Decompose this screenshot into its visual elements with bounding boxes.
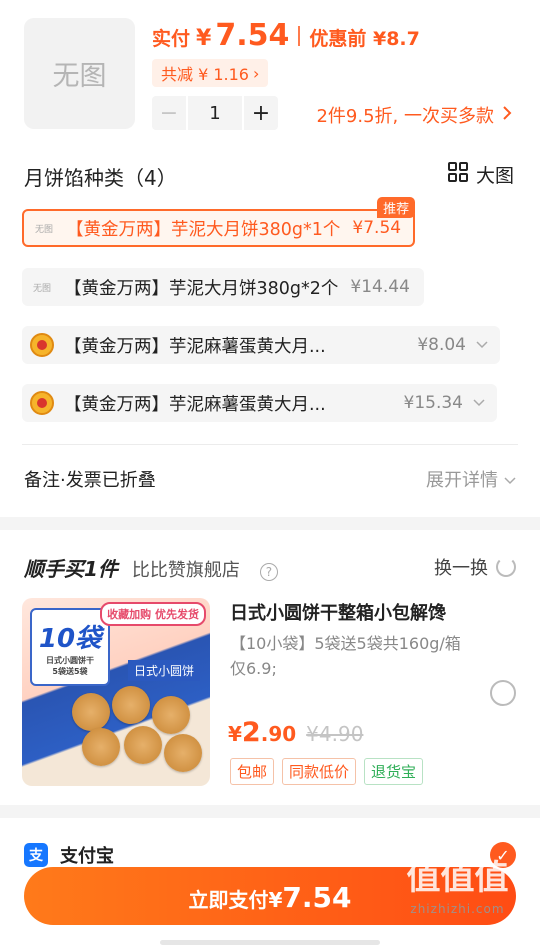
cookie-graphic: [164, 734, 202, 772]
tag-free-shipping: 包邮: [230, 758, 275, 785]
chevron-down-icon: [504, 469, 516, 490]
watermark: 值值值 zhizhizhi.com: [380, 861, 535, 915]
addon-price-currency: ¥: [228, 722, 242, 746]
pay-price: 7.54: [215, 18, 290, 53]
increase-button[interactable]: +: [244, 96, 278, 130]
badge-sub2: 5袋送5袋: [52, 666, 88, 676]
flavor-option-price: ¥14.44: [350, 277, 410, 297]
product-badge: 10袋 日式小圆饼干 5袋送5袋: [30, 608, 110, 686]
notes-label: 备注·发票已折叠: [24, 470, 156, 491]
cookie-graphic: [72, 693, 110, 731]
watermark-text: 值值值: [406, 858, 509, 898]
refresh-icon: [496, 557, 516, 577]
discount-chip[interactable]: 共减 ¥ 1.16 ›: [152, 59, 269, 87]
promo-text: 2件9.5折, 一次买多款: [316, 106, 494, 127]
expand-label: 展开详情: [426, 470, 498, 491]
big-view-toggle[interactable]: 大图: [447, 161, 514, 188]
price-line: 实付 ¥ 7.54 优惠前 ¥8.7: [152, 18, 420, 53]
flavor-thumb: [24, 326, 60, 364]
chevron-down-icon: [473, 396, 485, 410]
decrease-button[interactable]: −: [152, 96, 186, 130]
cookie-graphic: [124, 726, 162, 764]
chevron-right-icon: [502, 105, 512, 126]
addon-price-int: 2: [241, 717, 261, 748]
mooncake-logo-icon: [30, 391, 54, 415]
chevron-down-icon: [476, 338, 488, 352]
flavor-option-price: ¥8.04: [417, 335, 466, 355]
divider: [22, 444, 518, 445]
recommend-tag: 推荐: [377, 197, 416, 218]
cookie-graphic: [152, 696, 190, 734]
before-discount-price: 优惠前 ¥8.7: [309, 28, 420, 50]
no-image-text: 无图: [52, 61, 107, 92]
flavor-option-price: ¥7.54: [352, 218, 402, 238]
addon-orig-price: ¥4.90: [306, 722, 364, 746]
flavor-thumb: 无图: [34, 224, 53, 235]
home-indicator: [160, 940, 380, 945]
notes-invoice-row[interactable]: 备注·发票已折叠 展开详情: [24, 466, 516, 492]
addon-title: 顺手买1件: [24, 557, 118, 581]
cookie-graphic: [82, 728, 120, 766]
flavor-option[interactable]: 无图 【黄金万两】芋泥大月饼380g*2个 ¥14.44: [22, 268, 424, 306]
mooncake-logo-icon: [30, 333, 54, 357]
quantity-stepper: − 1 +: [152, 96, 278, 130]
multi-buy-promo-link[interactable]: 2件9.5折, 一次买多款: [316, 102, 512, 128]
expand-details[interactable]: 展开详情: [426, 466, 516, 492]
product-corner-tag: 收藏加购 优先发货: [100, 602, 206, 626]
addon-price-dec: .90: [260, 722, 297, 746]
help-icon[interactable]: ?: [259, 563, 278, 581]
addon-header: 顺手买1件 比比赞旗舰店 ?: [24, 553, 278, 582]
payment-method-row[interactable]: 支 支付宝: [24, 842, 114, 868]
discount-text: 共减 ¥ 1.16: [161, 65, 249, 84]
flavor-option[interactable]: 【黄金万两】芋泥麻薯蛋黄大月... ¥8.04: [22, 326, 500, 364]
grid-icon: [447, 162, 468, 187]
big-view-label: 大图: [475, 165, 514, 187]
pay-label: 实付: [152, 28, 191, 50]
product-placeholder-image: 无图: [24, 18, 135, 129]
flavor-thumb: 无图: [32, 283, 51, 294]
swap-button[interactable]: 换一换: [434, 554, 516, 580]
currency-symbol: ¥: [196, 26, 212, 51]
product-box-label: 日式小圆饼: [127, 660, 200, 681]
payment-method-label: 支付宝: [60, 846, 114, 867]
pay-button-amount: 7.54: [282, 881, 352, 914]
flavor-option[interactable]: 无图 【黄金万两】芋泥大月饼380g*1个 ¥7.54 推荐: [22, 197, 416, 247]
addon-tags: 包邮 同款低价 退货宝: [230, 758, 424, 785]
quantity-input[interactable]: 1: [188, 96, 242, 130]
alipay-icon: 支: [24, 843, 48, 867]
addon-product-desc: 【10小袋】5袋送5袋共160g/箱 仅6.9;: [230, 634, 461, 678]
section-gap: [0, 805, 540, 818]
flavor-thumb: [24, 384, 60, 422]
price-separator: [298, 25, 301, 46]
flavor-option-name: 【黄金万两】芋泥大月饼380g*2个: [64, 278, 339, 299]
addon-price: ¥ 2 .90 ¥4.90: [228, 717, 363, 748]
tag-low-price: 同款低价: [282, 758, 357, 785]
flavor-option[interactable]: 【黄金万两】芋泥麻薯蛋黄大月... ¥15.34: [22, 384, 497, 422]
addon-select-radio[interactable]: [490, 680, 516, 706]
flavor-option-name: 【黄金万两】芋泥大月饼380g*1个: [66, 219, 341, 240]
tag-return-insurance: 退货宝: [364, 758, 424, 785]
flavor-option-name: 【黄金万两】芋泥麻薯蛋黄大月...: [64, 394, 326, 415]
shop-name: 比比赞旗舰店: [131, 560, 240, 581]
badge-sub: 日式小圆饼干: [46, 655, 94, 665]
badge-count: 10袋: [38, 623, 102, 654]
pay-button-label: 立即支付¥: [188, 888, 283, 912]
chevron-right-icon: ›: [252, 63, 260, 83]
swap-label: 换一换: [434, 558, 488, 579]
addon-product-image[interactable]: 10袋 日式小圆饼干 5袋送5袋 收藏加购 优先发货 日式小圆饼: [22, 598, 210, 786]
flavor-option-name: 【黄金万两】芋泥麻薯蛋黄大月...: [64, 336, 326, 357]
flavor-option-price: ¥15.34: [403, 393, 463, 413]
addon-product-name[interactable]: 日式小圆饼干整箱小包解馋: [230, 599, 446, 625]
cookie-graphic: [112, 686, 150, 724]
watermark-url: zhizhizhi.com: [410, 902, 505, 916]
flavor-section-title: 月饼馅种类（4）: [24, 166, 177, 190]
section-gap: [0, 517, 540, 530]
